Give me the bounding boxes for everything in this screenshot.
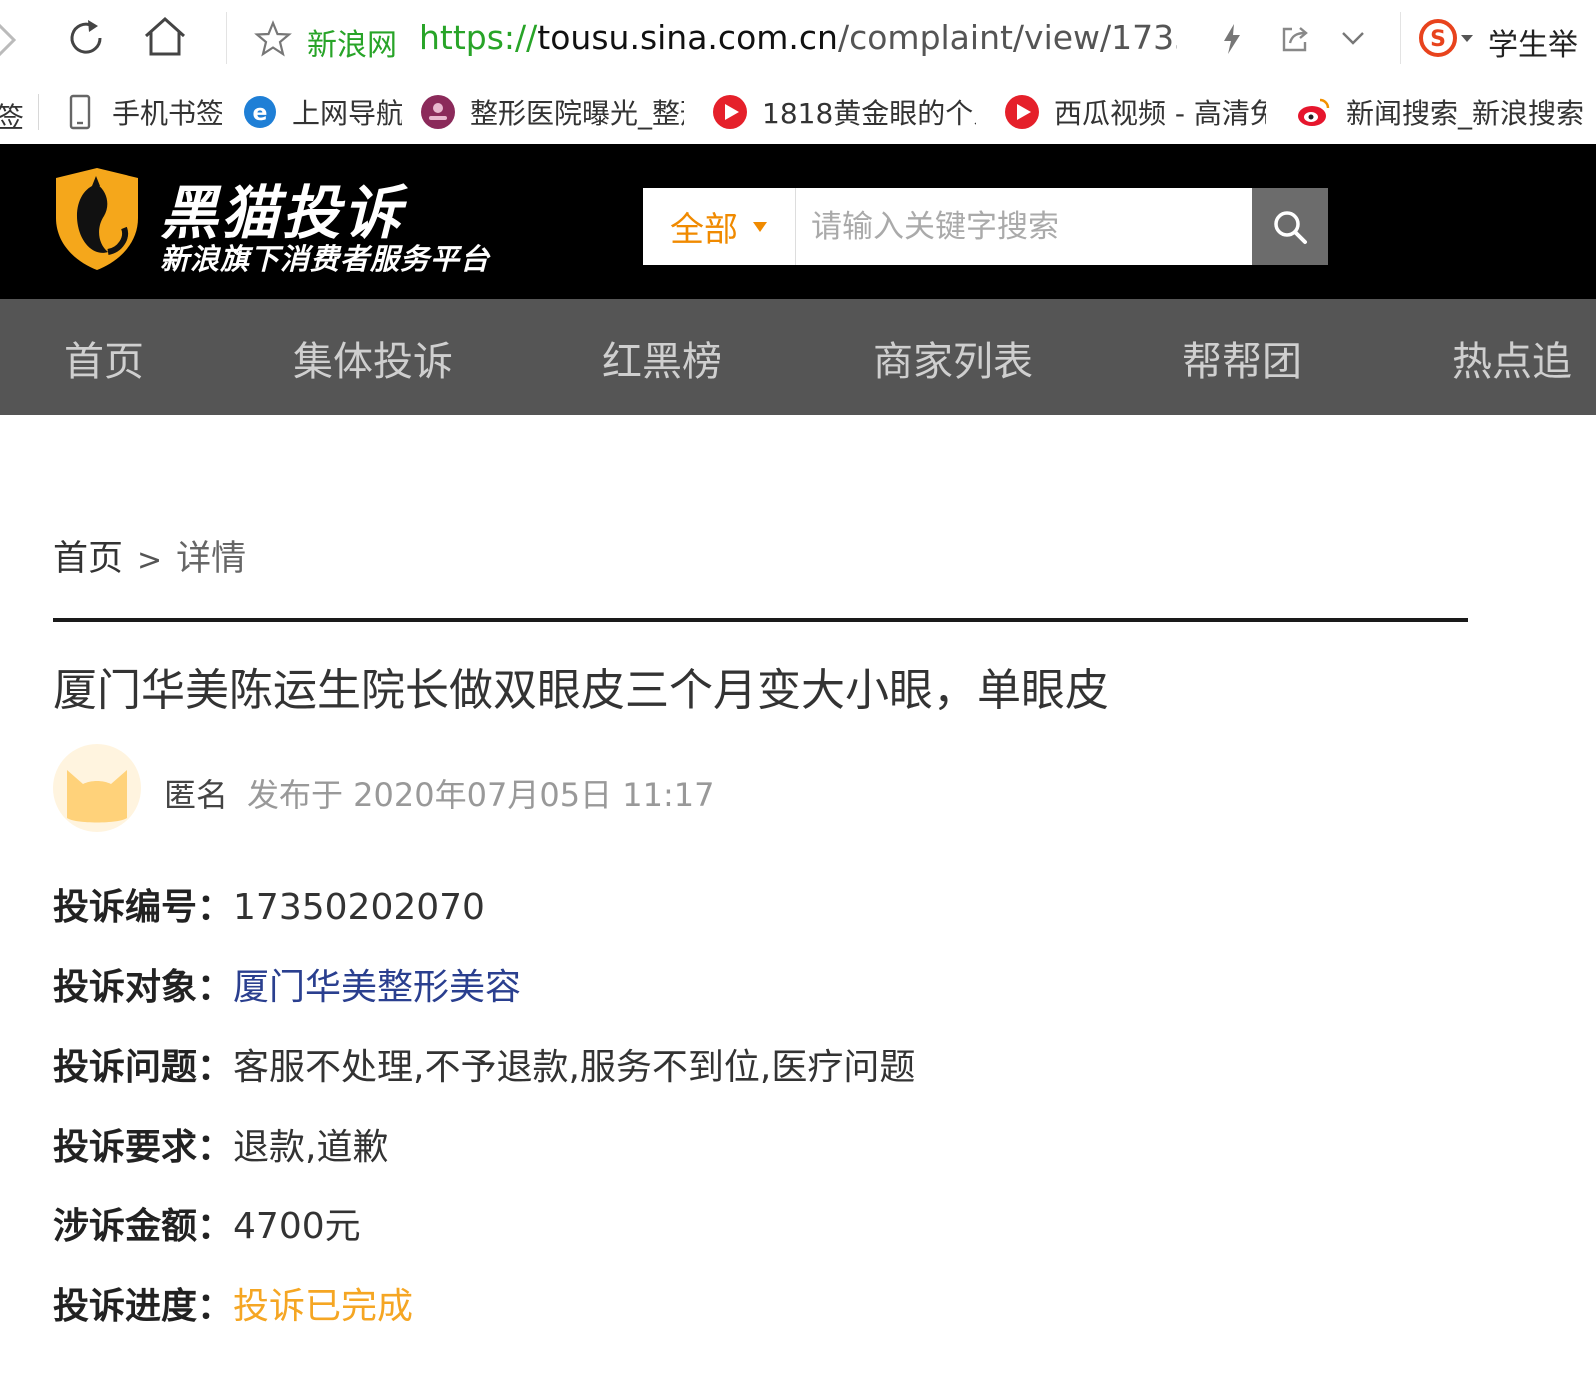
complaint-progress-row: 投诉进度：投诉已完成 <box>53 1277 413 1329</box>
bookmarks-divider <box>38 94 39 130</box>
nav-item-hot-topics[interactable]: 热点追 <box>1452 329 1572 387</box>
breadcrumb-current: 详情 <box>176 539 247 579</box>
chevron-down-icon[interactable] <box>1340 30 1366 46</box>
complaint-demand-row: 投诉要求：退款,道歉 <box>53 1118 388 1170</box>
breadcrumb: 首页 > 详情 <box>53 530 246 581</box>
nav-item-rankings[interactable]: 红黑榜 <box>602 329 722 387</box>
bookmarks-bar: 签 手机书签 e 上网导航 整形医院曝光_整形 1818黄金眼的个人 西瓜视频 … <box>0 80 1596 144</box>
cat-avatar-icon <box>67 770 127 823</box>
nav-item-home[interactable]: 首页 <box>64 329 144 387</box>
search-icon <box>1271 208 1309 246</box>
complaint-number-label: 投诉编号： <box>53 887 234 928</box>
complaint-number-row: 投诉编号：17350202070 <box>53 878 485 930</box>
url-path: /complaint/view/17350202070/ <box>837 18 1177 57</box>
svg-text:e: e <box>253 101 268 126</box>
breadcrumb-home[interactable]: 首页 <box>53 539 123 579</box>
search-button[interactable] <box>1252 188 1328 265</box>
bookmark-item[interactable]: 新闻搜索_新浪搜索 <box>1296 92 1596 132</box>
share-icon[interactable] <box>1280 24 1310 54</box>
complaint-progress-label: 投诉进度： <box>53 1286 234 1327</box>
complaint-issue-row: 投诉问题：客服不处理,不予退款,服务不到位,医疗问题 <box>53 1038 915 1090</box>
complaint-amount-label: 涉诉金额： <box>53 1206 234 1247</box>
caret-down-icon <box>752 221 768 233</box>
complaint-issue: 客服不处理,不予退款,服务不到位,医疗问题 <box>233 1047 916 1088</box>
phone-icon <box>62 94 98 130</box>
lightning-icon[interactable] <box>1220 22 1244 56</box>
breadcrumb-separator: > <box>137 543 163 578</box>
svg-text:S: S <box>1430 27 1446 52</box>
reload-icon[interactable] <box>64 16 108 60</box>
bookmark-item[interactable]: 1818黄金眼的个人 <box>712 92 976 132</box>
toolbar-divider <box>1400 12 1401 64</box>
search-box: 全部 <box>643 188 1328 265</box>
bookmark-star-icon[interactable] <box>254 20 292 58</box>
complaint-number: 17350202070 <box>233 887 485 928</box>
nav-item-merchants[interactable]: 商家列表 <box>873 329 1033 387</box>
complaint-amount: 4700元 <box>233 1206 361 1247</box>
bookmark-overflow-text[interactable]: 签 <box>0 96 24 136</box>
site-header: 黑猫投诉 新浪旗下消费者服务平台 全部 <box>0 144 1596 299</box>
complaint-issue-label: 投诉问题： <box>53 1047 234 1088</box>
caret-down-icon[interactable] <box>1460 34 1474 44</box>
back-icon[interactable] <box>0 20 18 60</box>
search-input[interactable] <box>811 188 1241 265</box>
nav-item-help-group[interactable]: 帮帮团 <box>1182 329 1302 387</box>
nav-item-group-complaints[interactable]: 集体投诉 <box>293 329 453 387</box>
video-play-icon <box>1004 94 1040 130</box>
url-protocol: https:// <box>419 18 538 57</box>
search-category-label: 全部 <box>670 210 738 250</box>
complaint-title: 厦门华美陈运生院长做双眼皮三个月变大小眼，单眼皮 <box>53 665 1109 716</box>
bookmark-item[interactable]: 西瓜视频 - 高清免 <box>1004 92 1266 132</box>
published-time: 发布于 2020年07月05日 11:17 <box>247 776 715 814</box>
clinic-icon <box>420 94 456 130</box>
logo-subtitle: 新浪旗下消费者服务平台 <box>160 242 491 276</box>
main-nav: 首页 集体投诉 红黑榜 商家列表 帮帮团 热点追 <box>0 299 1596 415</box>
bookmark-item[interactable]: 整形医院曝光_整形 <box>420 92 684 132</box>
avatar <box>53 744 141 832</box>
sogou-icon[interactable]: S <box>1418 18 1458 58</box>
complaint-demand: 退款,道歉 <box>233 1127 389 1168</box>
toolbar-right-text[interactable]: 学生举 <box>1488 20 1578 64</box>
title-divider <box>53 618 1468 622</box>
complaint-amount-row: 涉诉金额：4700元 <box>53 1197 361 1249</box>
complaint-target-label: 投诉对象： <box>53 967 234 1008</box>
complaint-target-link[interactable]: 厦门华美整形美容 <box>233 967 521 1008</box>
black-cat-logo-icon[interactable] <box>52 166 142 272</box>
complaint-demand-label: 投诉要求： <box>53 1127 234 1168</box>
toolbar-divider <box>226 12 227 64</box>
browser-toolbar: 新浪网 https://tousu.sina.com.cn/complaint/… <box>0 0 1596 81</box>
site-name: 新浪网 <box>307 28 397 63</box>
author-name: 匿名 <box>164 776 229 814</box>
bookmark-item[interactable]: e 上网导航 <box>242 92 402 132</box>
weibo-icon <box>1296 94 1332 130</box>
complaint-progress-status: 投诉已完成 <box>233 1286 414 1327</box>
search-category-dropdown[interactable]: 全部 <box>643 188 796 265</box>
ie-icon: e <box>242 94 278 130</box>
address-bar[interactable]: https://tousu.sina.com.cn/complaint/view… <box>419 18 1177 62</box>
video-play-icon <box>712 94 748 130</box>
complaint-target-row: 投诉对象：厦门华美整形美容 <box>53 958 521 1010</box>
home-icon[interactable] <box>142 14 188 60</box>
url-host: tousu.sina.com.cn <box>537 18 838 57</box>
bookmark-item[interactable]: 手机书签 <box>62 92 222 132</box>
